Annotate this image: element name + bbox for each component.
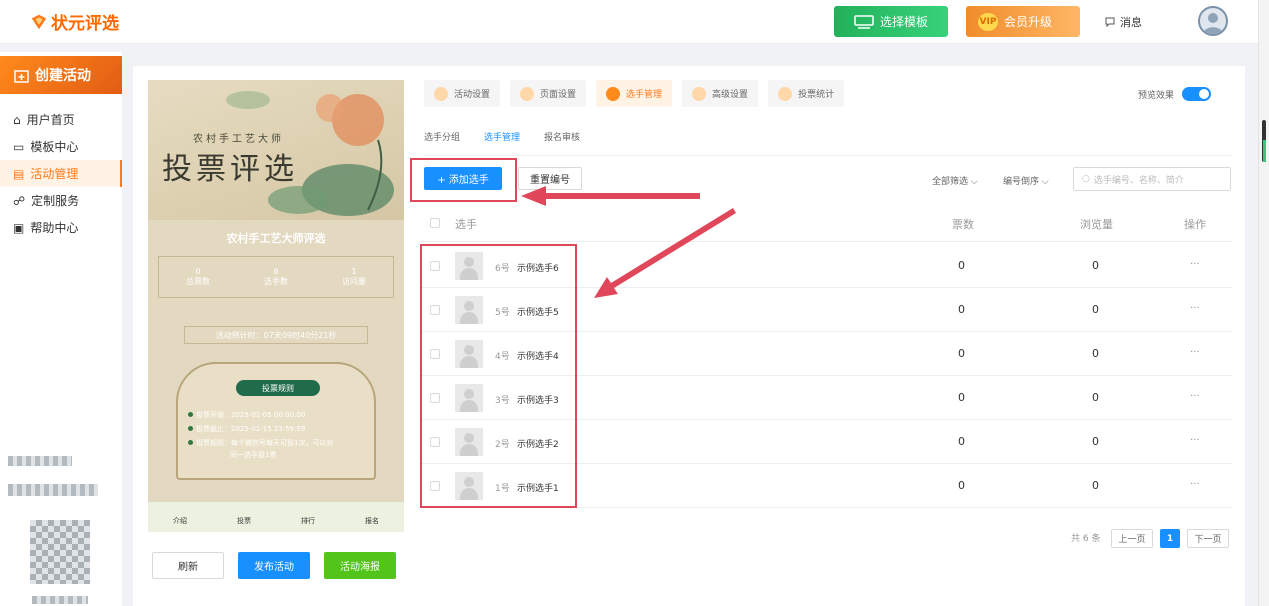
arrow-icon: [521, 186, 700, 206]
pagination-total: 共 6 条: [1071, 534, 1101, 544]
prev-page-button[interactable]: 上一页: [1111, 529, 1153, 548]
page-1-button[interactable]: 1: [1160, 529, 1180, 548]
arrow-icon: [594, 208, 736, 298]
next-page-button[interactable]: 下一页: [1187, 529, 1229, 548]
annotation-arrows: [521, 186, 736, 298]
